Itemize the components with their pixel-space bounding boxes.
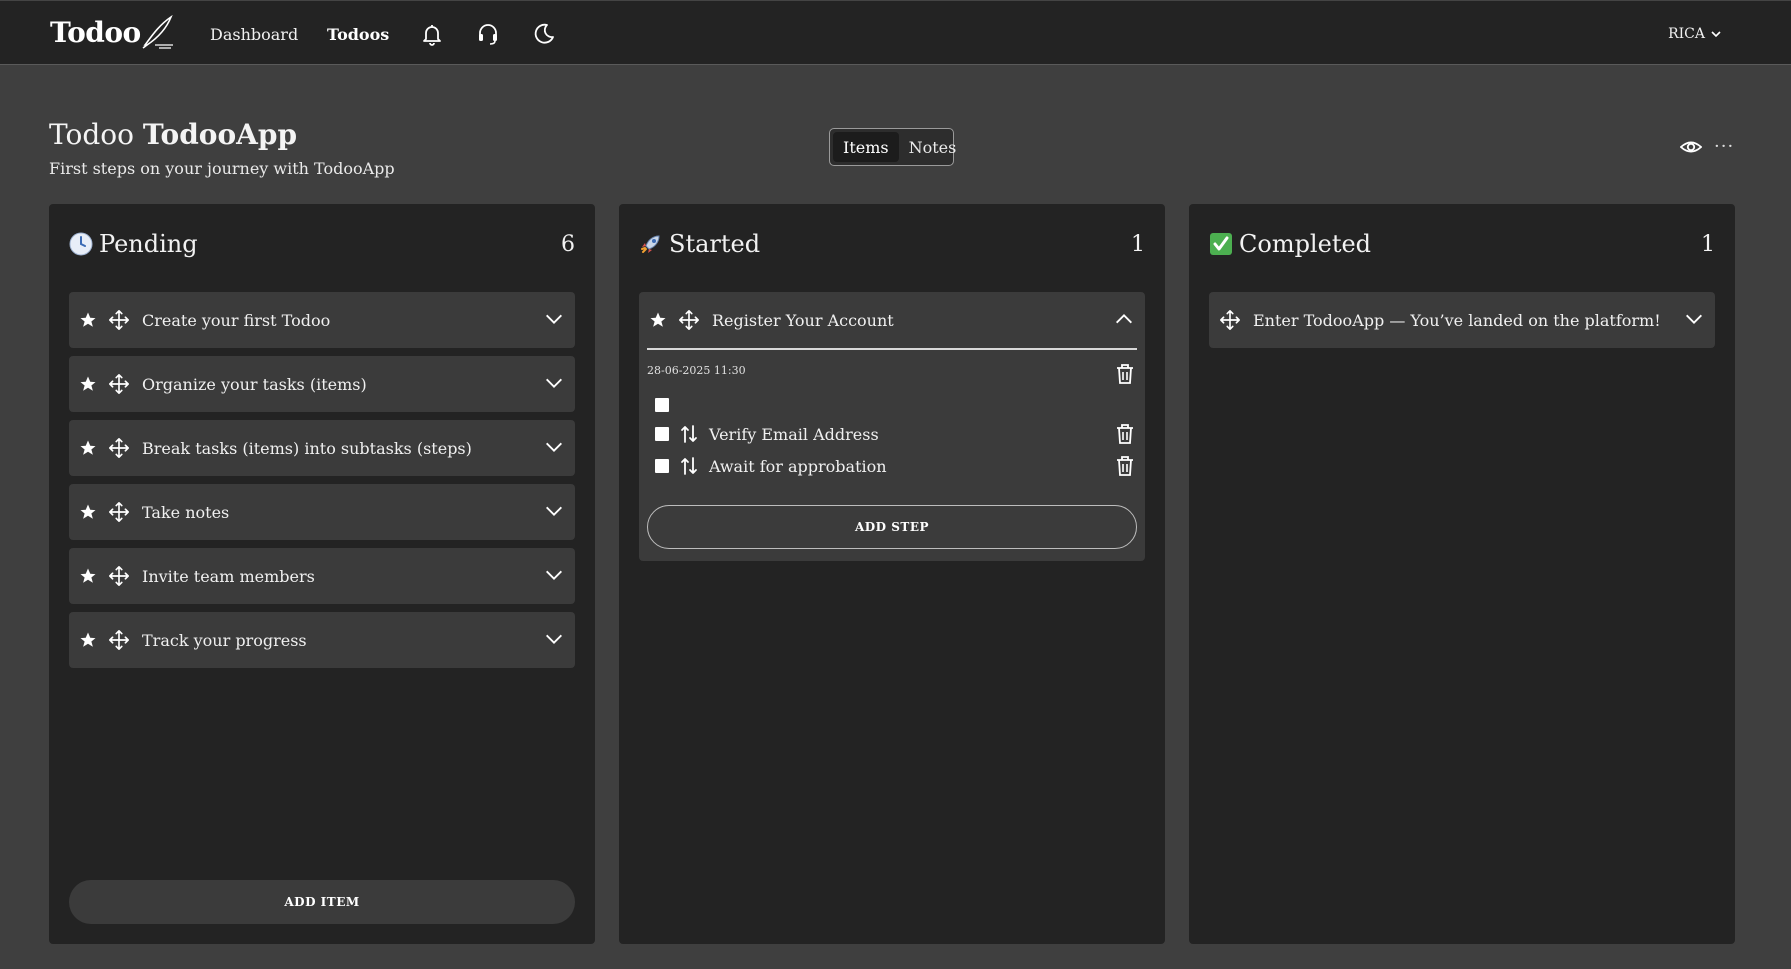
- rocket-icon: [641, 235, 660, 253]
- sort-arrows-icon[interactable]: [679, 456, 699, 476]
- column-title: Completed: [1239, 230, 1372, 258]
- column-header: Completed 1: [1209, 230, 1715, 258]
- star-icon[interactable]: [649, 311, 667, 329]
- item-label: Register Your Account: [712, 310, 894, 330]
- trash-icon[interactable]: [1115, 363, 1135, 385]
- column-started: Started 1 Register Your Account 28-06-20…: [619, 204, 1165, 944]
- nav-dashboard[interactable]: Dashboard: [210, 25, 298, 44]
- todo-item-expanded: Register Your Account 28-06-2025 11:30 V…: [639, 292, 1145, 561]
- item-label: Take notes: [142, 502, 230, 522]
- star-icon[interactable]: [79, 567, 97, 585]
- item-label: Track your progress: [142, 630, 307, 650]
- feather-pen-icon: [142, 15, 173, 49]
- star-icon[interactable]: [79, 631, 97, 649]
- item-label: Organize your tasks (items): [142, 374, 367, 394]
- more-options-button[interactable]: ···: [1714, 136, 1734, 157]
- move-icon[interactable]: [108, 437, 130, 459]
- eye-icon[interactable]: [1680, 136, 1702, 158]
- star-icon[interactable]: [79, 503, 97, 521]
- clock-icon: [69, 232, 93, 256]
- todo-item[interactable]: Invite team members: [69, 548, 575, 604]
- todo-item[interactable]: Enter TodooApp — You’ve landed on the pl…: [1209, 292, 1715, 348]
- column-header: Pending 6: [69, 230, 575, 258]
- card-divider: [647, 348, 1137, 350]
- column-count: 6: [561, 231, 575, 257]
- toggle-items[interactable]: Items: [833, 132, 899, 162]
- chevron-down-icon[interactable]: [543, 564, 565, 586]
- trash-icon[interactable]: [1115, 455, 1135, 477]
- step-row: Await for approbation: [655, 454, 1135, 478]
- column-completed: Completed 1 Enter TodooApp — You’ve land…: [1189, 204, 1735, 944]
- add-item-button[interactable]: ADD ITEM: [69, 880, 575, 924]
- todo-item[interactable]: Create your first Todoo: [69, 292, 575, 348]
- column-header: Started 1: [639, 230, 1145, 258]
- star-icon[interactable]: [79, 375, 97, 393]
- move-icon[interactable]: [1219, 309, 1241, 331]
- moon-icon[interactable]: [532, 22, 556, 46]
- item-label: Create your first Todoo: [142, 310, 331, 330]
- check-mark-icon: [1210, 233, 1232, 255]
- page-subtitle: First steps on your journey with TodooAp…: [49, 159, 395, 178]
- column-count: 1: [1131, 231, 1145, 257]
- item-label: Enter TodooApp — You’ve landed on the pl…: [1253, 310, 1661, 330]
- trash-icon[interactable]: [1115, 423, 1135, 445]
- chevron-down-icon[interactable]: [543, 628, 565, 650]
- todo-item[interactable]: Take notes: [69, 484, 575, 540]
- toggle-notes[interactable]: Notes: [899, 132, 967, 162]
- todo-item[interactable]: Break tasks (items) into subtasks (steps…: [69, 420, 575, 476]
- step-label: Verify Email Address: [709, 424, 879, 444]
- move-icon[interactable]: [108, 501, 130, 523]
- logo-text: Todoo: [50, 16, 141, 49]
- chevron-down-icon: [1711, 31, 1721, 38]
- move-icon[interactable]: [108, 629, 130, 651]
- step-checkbox[interactable]: [655, 427, 669, 441]
- headset-icon[interactable]: [476, 22, 500, 46]
- user-name: RICA: [1668, 26, 1705, 42]
- user-menu[interactable]: RICA: [1668, 26, 1721, 42]
- column-title: Started: [669, 230, 761, 258]
- chevron-up-icon[interactable]: [1113, 308, 1135, 330]
- step-row: Verify Email Address: [655, 422, 1135, 446]
- add-step-button[interactable]: ADD STEP: [647, 505, 1137, 549]
- view-toggle: Items Notes: [829, 128, 956, 166]
- move-icon[interactable]: [678, 309, 700, 331]
- todo-item[interactable]: Track your progress: [69, 612, 575, 668]
- top-navbar: Todoo Dashboard Todoos RICA: [0, 0, 1791, 65]
- chevron-down-icon[interactable]: [543, 436, 565, 458]
- chevron-down-icon[interactable]: [543, 500, 565, 522]
- nav-todoos[interactable]: Todoos: [327, 25, 389, 44]
- page-title-name: TodooApp: [142, 118, 298, 151]
- move-icon[interactable]: [108, 373, 130, 395]
- chevron-down-icon[interactable]: [543, 372, 565, 394]
- page-title-prefix: Todoo: [49, 118, 134, 151]
- todo-item-header[interactable]: Register Your Account: [639, 292, 1145, 348]
- step-checkbox[interactable]: [655, 459, 669, 473]
- item-label: Break tasks (items) into subtasks (steps…: [142, 438, 472, 458]
- move-icon[interactable]: [108, 309, 130, 331]
- sort-arrows-icon[interactable]: [679, 424, 699, 444]
- todo-item[interactable]: Organize your tasks (items): [69, 356, 575, 412]
- step-label: Await for approbation: [709, 456, 887, 476]
- column-pending: Pending 6 Create your first Todoo Organi…: [49, 204, 595, 944]
- item-label: Invite team members: [142, 566, 315, 586]
- item-date: 28-06-2025 11:30: [647, 364, 746, 377]
- column-title: Pending: [99, 230, 198, 258]
- star-icon[interactable]: [79, 439, 97, 457]
- page-title: Todoo TodooApp: [49, 118, 297, 151]
- chevron-down-icon[interactable]: [543, 308, 565, 330]
- chevron-down-icon[interactable]: [1683, 308, 1705, 330]
- bell-icon[interactable]: [420, 22, 444, 46]
- star-icon[interactable]: [79, 311, 97, 329]
- logo[interactable]: Todoo: [50, 15, 175, 49]
- move-icon[interactable]: [108, 565, 130, 587]
- column-count: 1: [1701, 231, 1715, 257]
- new-step-checkbox[interactable]: [655, 398, 669, 412]
